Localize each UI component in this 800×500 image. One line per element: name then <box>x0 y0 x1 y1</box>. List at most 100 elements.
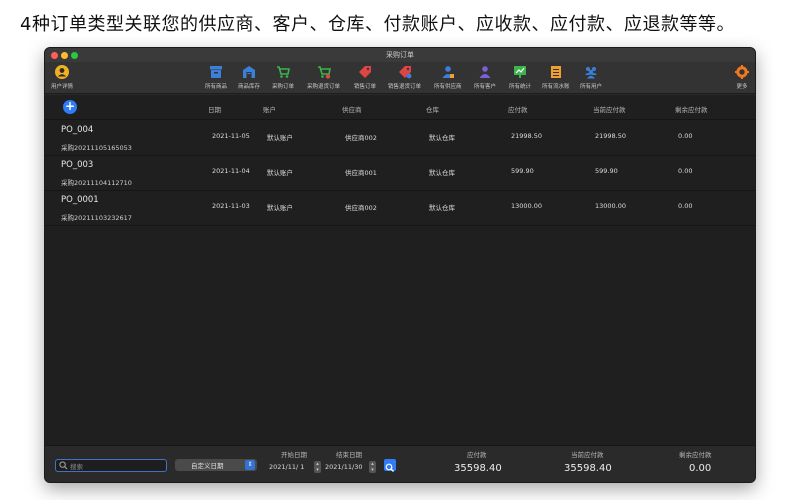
toolbar-label: 更多 <box>736 84 748 90</box>
toolbar-purchase-orders[interactable]: 采购订单 <box>272 65 294 90</box>
cart-icon <box>277 66 290 78</box>
toolbar-label: 所有统计 <box>509 84 532 90</box>
toolbar-all-products[interactable]: 所有商品 <box>205 65 227 90</box>
order-code: 采购20211104112710 <box>61 179 132 187</box>
end-date-stepper[interactable]: ▴ ▾ <box>369 461 376 473</box>
cell-account: 默认账户 <box>267 169 293 177</box>
products-icon <box>210 66 222 78</box>
cell-account: 默认账户 <box>267 204 293 212</box>
order-code: 采购20211103232617 <box>61 214 132 222</box>
cell-current-payable: 21998.50 <box>595 132 627 140</box>
search-icon <box>59 461 68 470</box>
cell-date: 2021-11-03 <box>212 202 250 210</box>
total-payable-label: 应付款 <box>467 451 487 459</box>
column-header-current-payable[interactable]: 当前应付款 <box>593 104 626 114</box>
search-icon <box>385 463 394 472</box>
cell-remaining-payable: 0.00 <box>678 202 693 210</box>
date-mode-value: 自定义日期 <box>191 462 224 470</box>
table-row[interactable]: PO_003 采购20211104112710 2021-11-04 默认账户 … <box>45 156 755 191</box>
search-placeholder: 搜索 <box>70 463 83 471</box>
order-number: PO_0001 <box>61 195 99 205</box>
total-remaining-payable-value: 0.00 <box>689 463 712 474</box>
toolbar-all-suppliers[interactable]: 所有供应商 <box>434 65 462 90</box>
toolbar-label: 所有用户 <box>580 84 603 90</box>
end-date-field[interactable]: 2021/11/30 <box>325 463 362 471</box>
warehouse-icon <box>243 66 255 78</box>
cell-date: 2021-11-05 <box>212 132 250 140</box>
footer-bar: 搜索 自定义日期 ⇕ 开始日期 结束日期 2021/11/ 1 ▴ ▾ 2021/… <box>45 445 755 482</box>
order-number: PO_003 <box>61 160 94 170</box>
total-current-payable-value: 35598.40 <box>564 463 612 474</box>
table-row[interactable]: PO_0001 采购20211103232617 2021-11-03 默认账户… <box>45 191 755 226</box>
toolbar-label: 所有流水账 <box>542 84 570 90</box>
start-date-field[interactable]: 2021/11/ 1 <box>269 463 304 471</box>
total-payable-value: 35598.40 <box>454 463 502 474</box>
order-number: PO_004 <box>61 125 94 135</box>
cart-return-icon <box>317 66 331 79</box>
cell-supplier: 供应商002 <box>345 204 377 212</box>
toolbar-label: 采购订单 <box>272 84 295 90</box>
cell-remaining-payable: 0.00 <box>678 132 693 140</box>
cell-supplier: 供应商002 <box>345 134 377 142</box>
toolbar-sales-returns[interactable]: 销售退货订单 <box>388 65 421 90</box>
tag-icon <box>359 66 371 78</box>
toolbar-user-details[interactable]: 用户详情 <box>51 65 73 90</box>
column-header-supplier[interactable]: 供应商 <box>342 104 362 114</box>
toolbar-label: 所有客户 <box>474 84 497 90</box>
table-row[interactable]: PO_004 采购20211105165053 2021-11-05 默认账户 … <box>45 121 755 156</box>
toolbar-purchase-returns[interactable]: 采购退货订单 <box>307 65 340 90</box>
column-header-account[interactable]: 账户 <box>263 104 276 114</box>
marketing-headline: 4种订单类型关联您的供应商、客户、仓库、付款账户、应收款、应付款、应退款等等。 <box>20 14 735 35</box>
total-remaining-payable-label: 剩余应付款 <box>679 451 712 459</box>
cell-warehouse: 默认仓库 <box>429 134 455 142</box>
toolbar-label: 销售订单 <box>354 84 377 90</box>
cell-warehouse: 默认仓库 <box>429 169 455 177</box>
column-header-payable[interactable]: 应付款 <box>508 104 528 114</box>
users-icon <box>585 67 597 79</box>
date-mode-select[interactable]: 自定义日期 ⇕ <box>175 459 257 471</box>
toolbar-all-users[interactable]: 所有用户 <box>580 65 602 90</box>
add-order-button[interactable]: + <box>63 100 77 114</box>
toolbar-all-customers[interactable]: 所有客户 <box>474 65 496 90</box>
total-current-payable-label: 当前应付款 <box>571 451 604 459</box>
toolbar-all-statistics[interactable]: 所有统计 <box>509 65 531 90</box>
cell-payable: 599.90 <box>511 167 534 175</box>
cell-date: 2021-11-04 <box>212 167 250 175</box>
column-header-remaining-payable[interactable]: 剩余应付款 <box>675 104 708 114</box>
toolbar-sales-orders[interactable]: 销售订单 <box>354 65 376 90</box>
search-date-button[interactable] <box>384 459 396 472</box>
start-date-label: 开始日期 <box>281 451 307 459</box>
toolbar-more[interactable]: 更多 <box>735 65 749 90</box>
title-bar: 采购订单 <box>45 48 755 62</box>
toolbar-label: 销售退货订单 <box>388 84 422 90</box>
toolbar-label: 采购退货订单 <box>307 84 341 90</box>
start-date-stepper[interactable]: ▴ ▾ <box>314 461 321 473</box>
cell-warehouse: 默认仓库 <box>429 204 455 212</box>
column-header-warehouse[interactable]: 仓库 <box>426 104 439 114</box>
tag-return-icon <box>398 66 411 79</box>
search-field[interactable]: 搜索 <box>55 459 167 472</box>
toolbar: 用户详情 所有商品 商品库存 采购订单 采购退货订单 销售订单 销售退货订单 所… <box>45 62 755 94</box>
ledger-icon <box>550 66 561 78</box>
window-title: 采购订单 <box>386 51 414 59</box>
toolbar-label: 所有供应商 <box>434 84 462 90</box>
gear-icon <box>735 65 749 79</box>
app-window: 采购订单 用户详情 所有商品 商品库存 采购订单 采购退货订单 销售订单 销售退… <box>44 47 756 483</box>
supplier-icon <box>442 66 454 78</box>
orders-table: + 日期 账户 供应商 仓库 应付款 当前应付款 剩余应付款 PO_004 采购… <box>45 95 755 445</box>
chevron-updown-icon: ⇕ <box>245 460 255 470</box>
order-code: 采购20211105165053 <box>61 144 132 152</box>
cell-remaining-payable: 0.00 <box>678 167 693 175</box>
end-date-label: 结束日期 <box>336 451 362 459</box>
cell-account: 默认账户 <box>267 134 293 142</box>
toolbar-label: 商品库存 <box>238 84 261 90</box>
toolbar-label: 所有商品 <box>205 84 228 90</box>
cell-payable: 13000.00 <box>511 202 543 210</box>
toolbar-label: 用户详情 <box>51 84 74 90</box>
cell-payable: 21998.50 <box>511 132 543 140</box>
toolbar-all-ledger[interactable]: 所有流水账 <box>542 65 570 90</box>
stats-icon <box>514 66 526 78</box>
column-header-date[interactable]: 日期 <box>208 104 221 114</box>
cell-supplier: 供应商001 <box>345 169 377 177</box>
toolbar-inventory[interactable]: 商品库存 <box>238 65 260 90</box>
